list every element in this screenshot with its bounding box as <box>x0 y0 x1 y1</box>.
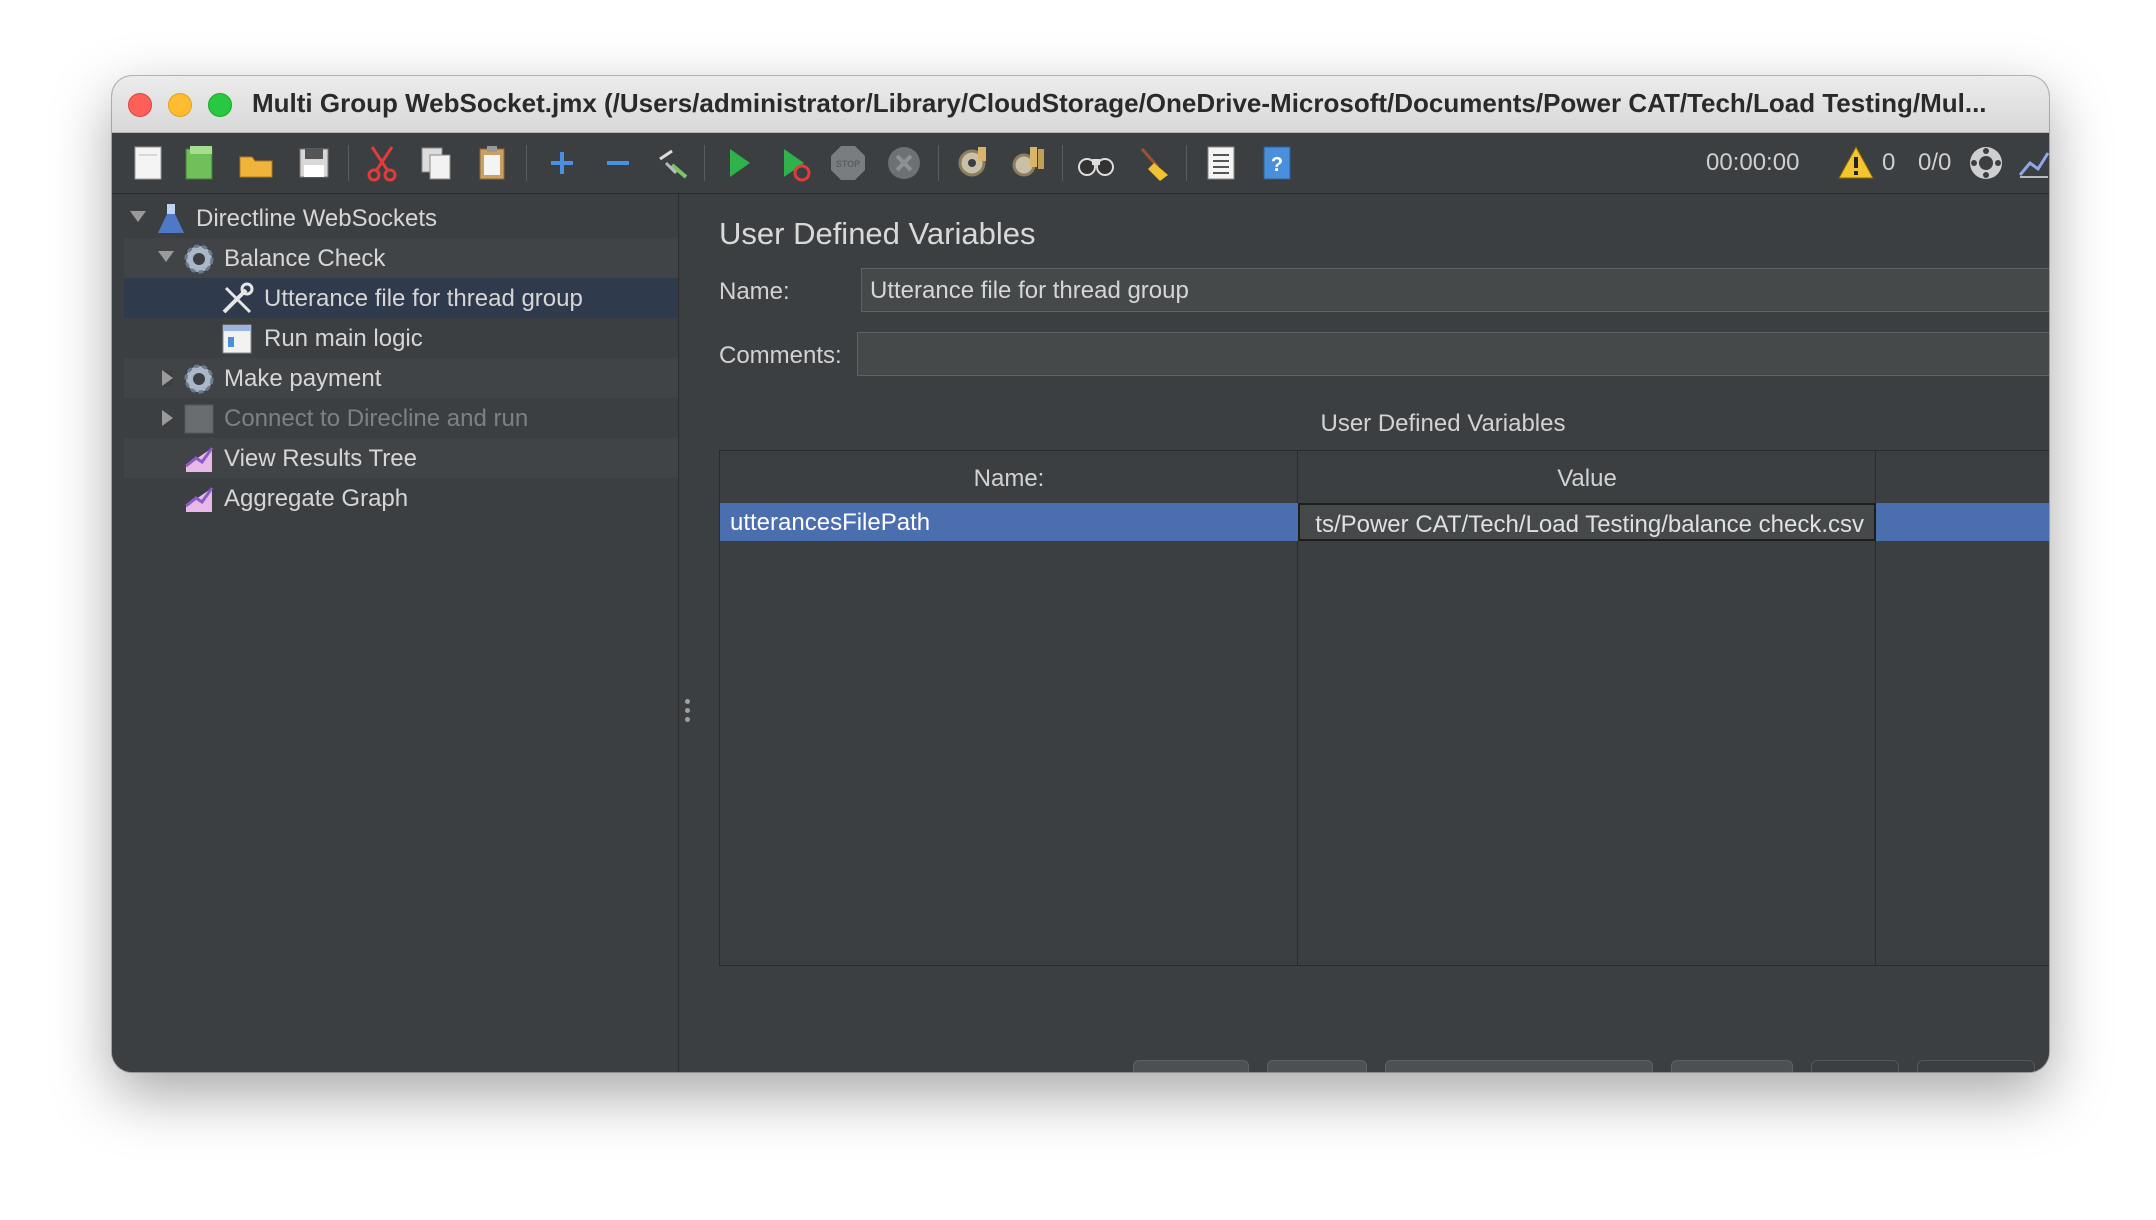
table-header: Name: Value <box>720 451 2049 504</box>
column-header-name[interactable]: Name: <box>720 465 1298 493</box>
svg-text:?: ? <box>1271 154 1283 176</box>
stop-icon[interactable]: STOP <box>826 141 870 185</box>
detail-button[interactable]: Detail <box>1133 1060 1249 1072</box>
down-button[interactable]: Down <box>1917 1060 2035 1072</box>
graph-icon <box>182 442 216 476</box>
save-icon[interactable] <box>292 141 336 185</box>
name-label: Name: <box>719 278 790 305</box>
title-bar: Multi Group WebSocket.jmx (/Users/admini… <box>112 76 2049 133</box>
element-editor-panel: User Defined Variables Name: Utterance f… <box>697 194 2049 1072</box>
svg-text:STOP: STOP <box>836 159 860 169</box>
controller-icon <box>220 322 254 356</box>
expand-arrow-icon[interactable] <box>162 410 173 426</box>
comments-field[interactable] <box>857 332 2049 376</box>
reset-search-icon[interactable] <box>1130 141 1174 185</box>
tree-item-view-results-tree[interactable]: View Results Tree <box>124 438 678 478</box>
new-icon[interactable] <box>126 141 170 185</box>
wrench-icon <box>220 282 254 316</box>
column-header-value[interactable]: Value <box>1298 465 1876 493</box>
pane-splitter[interactable] <box>678 194 698 1072</box>
collapse-arrow-icon[interactable] <box>130 211 146 222</box>
variables-section-title: User Defined Variables <box>1320 410 1566 437</box>
add-from-clipboard-button[interactable]: Add from Clipboard <box>1385 1060 1653 1072</box>
log-viewer-icon[interactable] <box>2012 141 2049 185</box>
splitter-handle-icon <box>685 699 691 726</box>
shutdown-icon[interactable] <box>882 141 926 185</box>
variable-name-cell[interactable]: utterancesFilePath <box>730 509 930 537</box>
start-no-timers-icon[interactable] <box>772 141 816 185</box>
threads-status-icon[interactable] <box>1964 141 2008 185</box>
tree-item-label: Utterance file for thread group <box>264 285 583 312</box>
tree-item-directline-websockets[interactable]: Directline WebSockets <box>124 198 678 238</box>
tree-item-balance-check[interactable]: Balance Check <box>124 238 678 278</box>
toggle-icon[interactable] <box>650 141 694 185</box>
minimize-window-button[interactable] <box>168 93 192 117</box>
toolbar: STOP ? 00:00:00 0 0/0 <box>112 133 2049 194</box>
gear-icon <box>182 362 216 396</box>
collapse-arrow-icon[interactable] <box>158 251 174 262</box>
table-row[interactable]: utterancesFilePath ts/Power CAT/Tech/Loa… <box>720 503 2049 541</box>
help-icon[interactable]: ? <box>1254 141 1298 185</box>
delete-button[interactable]: Delete <box>1671 1060 1793 1072</box>
expand-icon[interactable] <box>540 141 584 185</box>
close-window-button[interactable] <box>128 93 152 117</box>
tree-item-label: Run main logic <box>264 325 423 352</box>
start-icon[interactable] <box>716 141 760 185</box>
add-button[interactable]: Add <box>1267 1060 1367 1072</box>
thread-count: 0/0 <box>1918 149 1952 176</box>
disabled-element-icon <box>182 402 216 436</box>
tree-item-label: Connect to Direcline and run <box>224 405 529 432</box>
tree-item-label: Directline WebSockets <box>196 205 437 232</box>
paste-icon[interactable] <box>470 141 514 185</box>
tree-item-label: Aggregate Graph <box>224 485 409 512</box>
function-helper-icon[interactable] <box>1198 141 1242 185</box>
tree-item-make-payment[interactable]: Make payment <box>124 358 678 398</box>
comments-label: Comments: <box>719 342 842 369</box>
collapse-icon[interactable] <box>596 141 640 185</box>
tree-item-label: View Results Tree <box>224 445 417 472</box>
clear-icon[interactable] <box>950 141 994 185</box>
variable-value-editor[interactable]: ts/Power CAT/Tech/Load Testing/balance c… <box>1298 503 1876 541</box>
warning-icon[interactable] <box>1834 141 1878 185</box>
templates-icon[interactable] <box>178 141 222 185</box>
cut-icon[interactable] <box>360 141 404 185</box>
panel-heading: User Defined Variables <box>719 216 1036 251</box>
open-icon[interactable] <box>234 141 278 185</box>
expand-arrow-icon[interactable] <box>162 370 173 386</box>
graph-icon <box>182 482 216 516</box>
gear-icon <box>182 242 216 276</box>
tree-item-aggregate-graph[interactable]: Aggregate Graph <box>124 478 678 518</box>
app-window: Multi Group WebSocket.jmx (/Users/admini… <box>112 76 2049 1072</box>
tree-item-label: Balance Check <box>224 245 386 272</box>
clear-all-icon[interactable] <box>1006 141 1050 185</box>
flask-icon <box>154 202 188 236</box>
test-plan-tree: Directline WebSockets Balance Check Utte… <box>112 194 678 1072</box>
warning-count: 0 <box>1882 149 1896 176</box>
copy-icon[interactable] <box>414 141 458 185</box>
elapsed-timer: 00:00:00 <box>1706 149 1800 176</box>
variables-table: Name: Value utterancesFilePath ts/Power … <box>719 450 2049 966</box>
name-field[interactable]: Utterance file for thread group <box>861 268 2049 312</box>
tree-item-connect-directline[interactable]: Connect to Direcline and run <box>124 398 678 438</box>
up-button[interactable]: Up <box>1811 1060 1899 1072</box>
tree-item-utterance-file[interactable]: Utterance file for thread group <box>124 278 678 318</box>
tree-item-label: Make payment <box>224 365 382 392</box>
zoom-window-button[interactable] <box>208 93 232 117</box>
search-icon[interactable] <box>1074 141 1118 185</box>
window-title: Multi Group WebSocket.jmx (/Users/admini… <box>252 88 1987 118</box>
tree-item-run-main-logic[interactable]: Run main logic <box>124 318 678 358</box>
